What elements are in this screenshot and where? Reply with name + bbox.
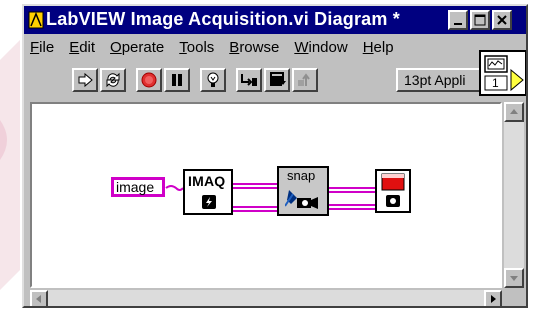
close-icon	[497, 15, 507, 25]
menu-edit-mnemonic: E	[69, 38, 80, 56]
menu-file-mnemonic: F	[30, 38, 40, 56]
imaq-snap-node[interactable]: snap	[277, 166, 329, 216]
run-continuous-icon	[106, 72, 120, 88]
run-arrow-icon	[78, 72, 93, 88]
up-arrow-icon	[510, 109, 518, 114]
scroll-left-button[interactable]	[30, 290, 48, 306]
menu-file[interactable]: File	[30, 39, 54, 56]
title-bar[interactable]: LabVIEW Image Acquisition.vi Diagram *	[24, 6, 526, 34]
highlight-execution-button[interactable]	[200, 68, 226, 92]
left-arrow-icon	[36, 295, 41, 303]
menu-window-mnemonic: W	[294, 38, 309, 56]
step-out-icon	[298, 73, 310, 86]
abort-button[interactable]	[136, 68, 162, 92]
minimize-icon	[454, 23, 462, 25]
pause-icon	[172, 74, 182, 86]
menu-help-rest: elp	[373, 38, 394, 56]
pause-button[interactable]	[164, 68, 190, 92]
vi-connector-icon[interactable]: 1	[479, 50, 526, 96]
step-over-button[interactable]	[264, 68, 290, 92]
close-button[interactable]	[492, 10, 512, 30]
snap-node-label: snap	[287, 168, 316, 183]
scroll-up-button[interactable]	[504, 102, 524, 122]
scroll-right-button[interactable]	[484, 290, 502, 306]
menu-tools-rest: ools	[186, 38, 215, 56]
menu-help-mnemonic: H	[362, 38, 374, 56]
imaq-init-node[interactable]: IMAQ	[183, 169, 233, 215]
lightning-icon	[202, 195, 216, 209]
maximize-button[interactable]	[470, 10, 490, 30]
horizontal-scrollbar[interactable]	[30, 290, 502, 306]
image-constant[interactable]: image	[111, 177, 165, 197]
highlight-execution-bulb-icon	[207, 72, 219, 87]
menu-bar: File Edit Operate Tools Browse Window He…	[24, 34, 526, 60]
menu-window[interactable]: Window	[294, 39, 347, 56]
camera-icon	[285, 190, 318, 209]
menu-operate-mnemonic: O	[110, 38, 122, 56]
scroll-down-button[interactable]	[504, 268, 524, 288]
block-diagram-canvas[interactable]: image IMAQ snap	[30, 102, 502, 288]
step-over-icon	[270, 72, 286, 86]
right-arrow-icon	[491, 295, 496, 303]
menu-browse[interactable]: Browse	[229, 39, 279, 56]
menu-operate-rest: perate	[121, 38, 165, 56]
connector-number: 1	[492, 76, 499, 90]
vertical-scrollbar[interactable]	[504, 102, 524, 288]
diagram-window: LabVIEW Image Acquisition.vi Diagram * F…	[22, 4, 528, 308]
menu-window-rest: indow	[308, 38, 348, 56]
minimize-button[interactable]	[448, 10, 468, 30]
image-display-node[interactable]	[375, 169, 411, 213]
menu-tools-mnemonic: T	[179, 38, 187, 56]
menu-operate[interactable]: Operate	[110, 39, 164, 56]
wires	[165, 183, 375, 212]
step-out-button[interactable]	[292, 68, 318, 92]
abort-icon	[141, 72, 157, 88]
down-arrow-icon	[510, 276, 518, 281]
menu-help[interactable]: Help	[363, 39, 394, 56]
menu-edit[interactable]: Edit	[69, 39, 95, 56]
labview-app-icon	[28, 11, 44, 29]
window-title: LabVIEW Image Acquisition.vi Diagram *	[46, 9, 401, 29]
imaq-node-label: IMAQ	[188, 173, 226, 189]
step-into-icon	[241, 74, 257, 86]
menu-browse-mnemonic: B	[229, 38, 240, 56]
menu-edit-rest: dit	[79, 38, 96, 56]
vi-icon-graphic	[484, 55, 524, 92]
step-into-button[interactable]	[236, 68, 262, 92]
maximize-icon	[474, 14, 486, 26]
run-continuously-button[interactable]	[100, 68, 126, 92]
toolbar: 13pt Appli	[24, 60, 526, 96]
menu-browse-rest: rowse	[239, 38, 280, 56]
image-display-icon	[381, 173, 405, 207]
run-button[interactable]	[72, 68, 98, 92]
menu-file-rest: ile	[39, 38, 55, 56]
menu-tools[interactable]: Tools	[179, 39, 214, 56]
